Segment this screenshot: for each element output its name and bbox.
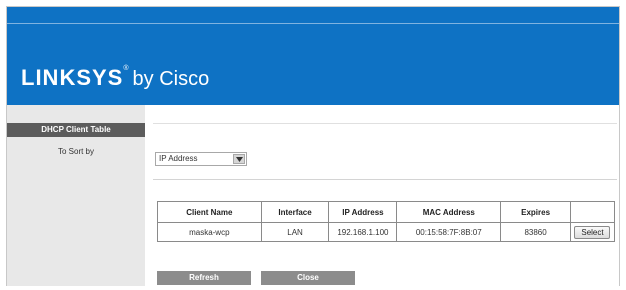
column-header-client-name: Client Name	[157, 201, 262, 223]
cell-expires: 83860	[500, 222, 571, 242]
router-page: LINKSYS® by Cisco DHCP Client Table To So…	[6, 6, 620, 286]
chevron-down-icon[interactable]	[233, 154, 245, 164]
table-header-row: Client Name Interface IP Address MAC Add…	[157, 201, 616, 223]
top-bar	[7, 7, 619, 23]
section-heading: DHCP Client Table	[7, 123, 145, 137]
brand-name: LINKSYS	[21, 65, 124, 90]
header-banner: LINKSYS® by Cisco	[7, 23, 619, 105]
column-header-mac-address: MAC Address	[396, 201, 502, 223]
divider	[153, 123, 617, 124]
divider	[153, 179, 617, 180]
sidebar: DHCP Client Table To Sort by	[7, 105, 145, 286]
cell-interface: LAN	[260, 222, 330, 242]
sort-label: To Sort by	[57, 147, 94, 156]
dhcp-client-table: Client Name Interface IP Address MAC Add…	[157, 201, 616, 242]
select-button[interactable]: Select	[574, 225, 611, 239]
refresh-button[interactable]: Refresh	[157, 271, 251, 285]
sort-by-value: IP Address	[159, 154, 198, 163]
brand-logo: LINKSYS® by Cisco	[21, 65, 209, 91]
cell-action: Select	[569, 222, 616, 242]
cell-client-name: maska-wcp	[157, 222, 262, 242]
column-header-expires: Expires	[500, 201, 571, 223]
column-header-ip-address: IP Address	[328, 201, 398, 223]
sort-by-select[interactable]: IP Address	[155, 152, 247, 166]
registered-mark: ®	[123, 65, 129, 72]
close-button[interactable]: Close	[261, 271, 355, 285]
cell-mac-address: 00:15:58:7F:8B:07	[396, 222, 502, 242]
column-header-interface: Interface	[260, 201, 330, 223]
column-header-action	[569, 201, 616, 223]
main-content: IP Address Client Name Interface IP Addr…	[145, 105, 619, 286]
cell-ip-address: 192.168.1.100	[328, 222, 398, 242]
brand-suffix: by Cisco	[132, 68, 210, 90]
table-row: maska-wcp LAN 192.168.1.100 00:15:58:7F:…	[157, 222, 616, 242]
